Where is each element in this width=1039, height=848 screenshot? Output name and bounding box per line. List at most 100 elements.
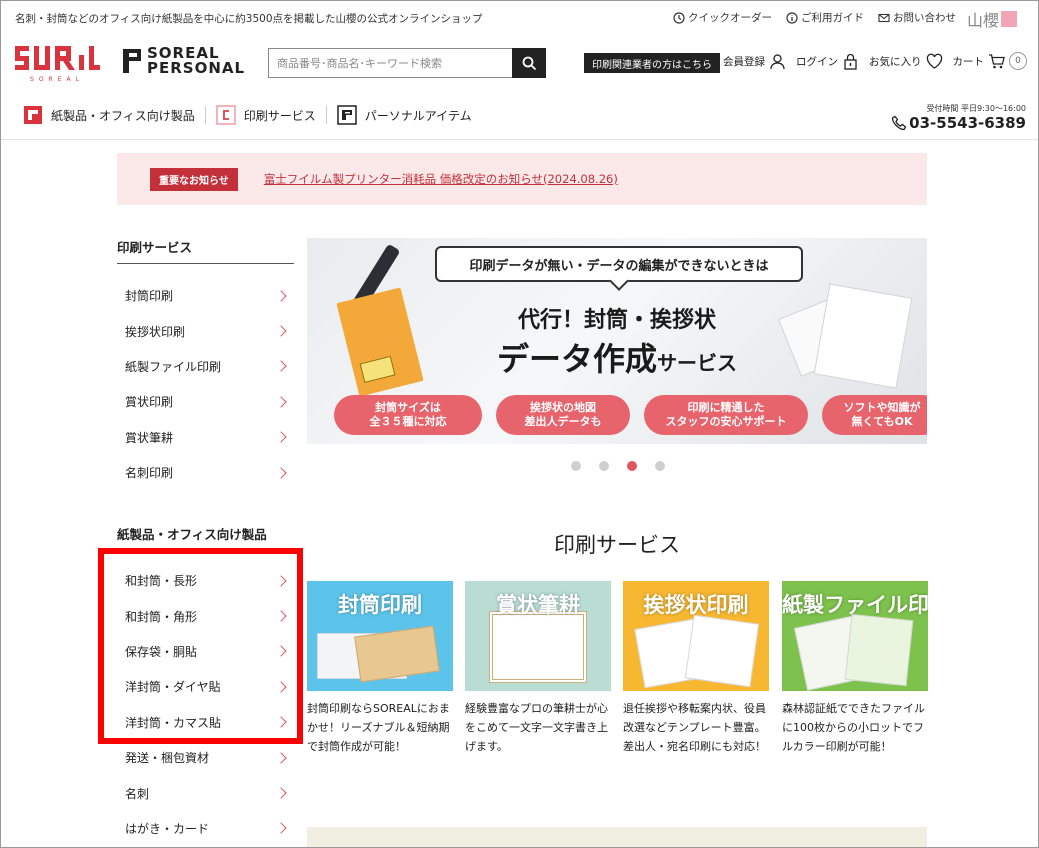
- search-input[interactable]: [268, 48, 512, 78]
- service-card-calligraphy[interactable]: 賞状筆耕 経験豊富なプロの筆耕士が心をこめて一文字一文字書き上げます。: [465, 581, 611, 756]
- file-illustration: [844, 613, 914, 687]
- nav-personal-items-label: パーソナルアイテム: [364, 108, 472, 123]
- banner-bubble: 印刷データが無い・データの編集ができないときは: [435, 246, 803, 282]
- card-title: 賞状筆耕: [496, 593, 580, 617]
- register-link[interactable]: 会員登録: [723, 52, 786, 70]
- header-divider: [1, 139, 1038, 140]
- notice-link[interactable]: 富士フイルム製プリンター消耗品 価格改定のお知らせ(2024.08.26): [264, 171, 618, 187]
- sidebar-heading-print: 印刷サービス: [117, 240, 193, 255]
- banner-feature-pill: ソフトや知識が 無くてもOK: [822, 395, 927, 435]
- sidebar-item-label: 賞状印刷: [125, 395, 174, 410]
- card-image: 挨拶状印刷: [623, 581, 769, 691]
- contact-link[interactable]: お問い合わせ: [878, 10, 956, 25]
- sidebar-item-certificate-print[interactable]: 賞状印刷: [125, 384, 289, 419]
- lock-icon: [844, 53, 857, 70]
- sidebar-heading-paper: 紙製品・オフィス向け製品: [117, 527, 267, 542]
- sidebar-item-label: 名刺: [125, 786, 150, 801]
- service-card-envelope[interactable]: 封筒印刷 封筒印刷ならSOREALにおまかせ！リーズナブル＆短納期で封筒作成が可…: [307, 581, 453, 756]
- search-button[interactable]: [512, 48, 546, 78]
- quick-order-label: クイックオーダー: [688, 12, 772, 24]
- soreal-logo-caption: SOREAL: [30, 76, 84, 83]
- sidebar-item-certificate-calligraphy[interactable]: 賞状筆耕: [125, 420, 289, 455]
- hero-banner[interactable]: 印刷データが無い・データの編集ができないときは 代行！封筒・挨拶状 データ作成サ…: [307, 238, 927, 444]
- yamazakura-logo[interactable]: 山櫻: [967, 7, 1018, 31]
- nav-personal-items[interactable]: パーソナルアイテム: [327, 105, 482, 125]
- sidebar-item-business-card-print[interactable]: 名刺印刷: [125, 455, 289, 490]
- banner-feature-pill: 印刷に精通した スタッフの安心サポート: [644, 395, 808, 435]
- card-image: 封筒印刷: [307, 581, 453, 691]
- carousel-dot[interactable]: [571, 461, 581, 471]
- favorites-link[interactable]: お気に入り: [869, 52, 943, 70]
- banner-subtitle-sub: サービス: [657, 351, 737, 375]
- banner-title: 代行！封筒・挨拶状: [517, 308, 716, 333]
- quick-order-link[interactable]: クイックオーダー: [673, 10, 772, 25]
- cart-label: カート: [952, 55, 985, 68]
- paper-products-icon: [24, 106, 42, 124]
- mail-icon: [878, 13, 890, 22]
- banner-feature-pill: 挨拶状の地図 差出人データも: [496, 395, 630, 435]
- carousel-dot-active[interactable]: [627, 461, 637, 471]
- sidebar-item-label: 名刺印刷: [125, 466, 174, 481]
- sidebar-heading-rule: [117, 263, 294, 264]
- search-bar: [268, 48, 546, 78]
- banner-subtitle: データ作成サービス: [307, 334, 927, 380]
- top-links: クイックオーダー ご利用ガイド お問い合わせ: [673, 10, 956, 25]
- page-frame: 名刺・封筒などのオフィス向け紙製品を中心に約3500点を掲載した山櫻の公式オンラ…: [0, 0, 1039, 848]
- search-icon: [522, 56, 536, 70]
- chevron-right-icon: [275, 787, 287, 799]
- nav-print-service[interactable]: 印刷サービス: [206, 105, 326, 125]
- cart-icon: [989, 53, 1005, 68]
- personal-mark-icon: [123, 49, 141, 73]
- site-tagline: 名刺・封筒などのオフィス向け紙製品を中心に約3500点を掲載した山櫻の公式オンラ…: [15, 13, 483, 25]
- chevron-right-icon: [275, 822, 287, 835]
- sidebar-item-business-cards[interactable]: 名刺: [125, 775, 289, 810]
- user-icon: [770, 53, 785, 69]
- account-links: 会員登録 ログイン お気に入り カート 0: [723, 52, 1027, 70]
- sidebar-item-label: 挨拶状印刷: [125, 324, 186, 339]
- service-card-greeting[interactable]: 挨拶状印刷 退任挨拶や移転案内状、役員改選などテンプレート豊富。差出人・宛名印刷…: [623, 581, 769, 756]
- sidebar-item-envelope-print[interactable]: 封筒印刷: [125, 278, 289, 313]
- top-bar: 名刺・封筒などのオフィス向け紙製品を中心に約3500点を掲載した山櫻の公式オンラ…: [1, 1, 1038, 35]
- phone-number[interactable]: 03-5543-6389: [891, 114, 1026, 132]
- carousel-dot[interactable]: [655, 461, 665, 471]
- sidebar-item-label: はがき・カード: [125, 821, 210, 836]
- login-link[interactable]: ログイン: [796, 52, 859, 70]
- sidebar-item-label: 封筒印刷: [125, 289, 174, 304]
- notice-badge: 重要なお知らせ: [150, 167, 238, 191]
- service-card-file[interactable]: 紙製ファイル印刷 森林認証紙でできたファイルに100枚からの小ロットでフルカラー…: [782, 581, 928, 756]
- register-label: 会員登録: [723, 55, 765, 68]
- print-service-icon: [216, 105, 236, 125]
- card-description: 封筒印刷ならSOREALにおまかせ！リーズナブル＆短納期で封筒作成が可能！: [307, 702, 450, 753]
- certificate-illustration: [489, 611, 587, 683]
- chevron-right-icon: [275, 431, 287, 443]
- highlight-box: [98, 548, 303, 744]
- section-title: 印刷サービス: [554, 533, 680, 557]
- category-nav: 紙製品・オフィス向け製品 印刷サービス パーソナルアイテム: [23, 105, 482, 125]
- cart-link[interactable]: カート 0: [952, 52, 1027, 70]
- nav-paper-products-label: 紙製品・オフィス向け製品: [51, 108, 195, 123]
- chevron-right-icon: [275, 360, 287, 373]
- card-image: 賞状筆耕: [465, 581, 611, 691]
- soreal-personal-logo[interactable]: SOREAL PERSONAL: [121, 46, 245, 76]
- soreal-logo[interactable]: SOREAL: [15, 43, 100, 83]
- card-title: 紙製ファイル印刷: [782, 593, 928, 617]
- pro-users-button[interactable]: 印刷関連業者の方はこちら: [584, 53, 720, 73]
- personal-logo-line2: PERSONAL: [147, 59, 246, 77]
- sidebar-item-greeting-print[interactable]: 挨拶状印刷: [125, 313, 289, 348]
- sidebar-item-shipping-materials[interactable]: 発送・梱包資材: [125, 740, 289, 775]
- sidebar-item-file-print[interactable]: 紙製ファイル印刷: [125, 349, 289, 384]
- important-notice: 重要なお知らせ 富士フイルム製プリンター消耗品 価格改定のお知らせ(2024.0…: [117, 153, 927, 205]
- clock-icon: [673, 11, 685, 24]
- card-title: 封筒印刷: [338, 593, 422, 617]
- personal-item-icon: [337, 105, 357, 125]
- phone-number-text: 03-5543-6389: [909, 114, 1026, 132]
- carousel-dot[interactable]: [599, 461, 609, 471]
- favorites-label: お気に入り: [869, 55, 922, 68]
- card-description: 退任挨拶や移転案内状、役員改選などテンプレート豊富。差出人・宛名印刷にも対応！: [623, 702, 766, 753]
- sidebar-item-postcards[interactable]: はがき・カード: [125, 811, 289, 846]
- nav-paper-products[interactable]: 紙製品・オフィス向け製品: [23, 105, 205, 125]
- guide-link[interactable]: ご利用ガイド: [786, 10, 864, 25]
- guide-label: ご利用ガイド: [801, 12, 864, 24]
- chevron-right-icon: [275, 325, 287, 337]
- info-icon: [786, 11, 798, 24]
